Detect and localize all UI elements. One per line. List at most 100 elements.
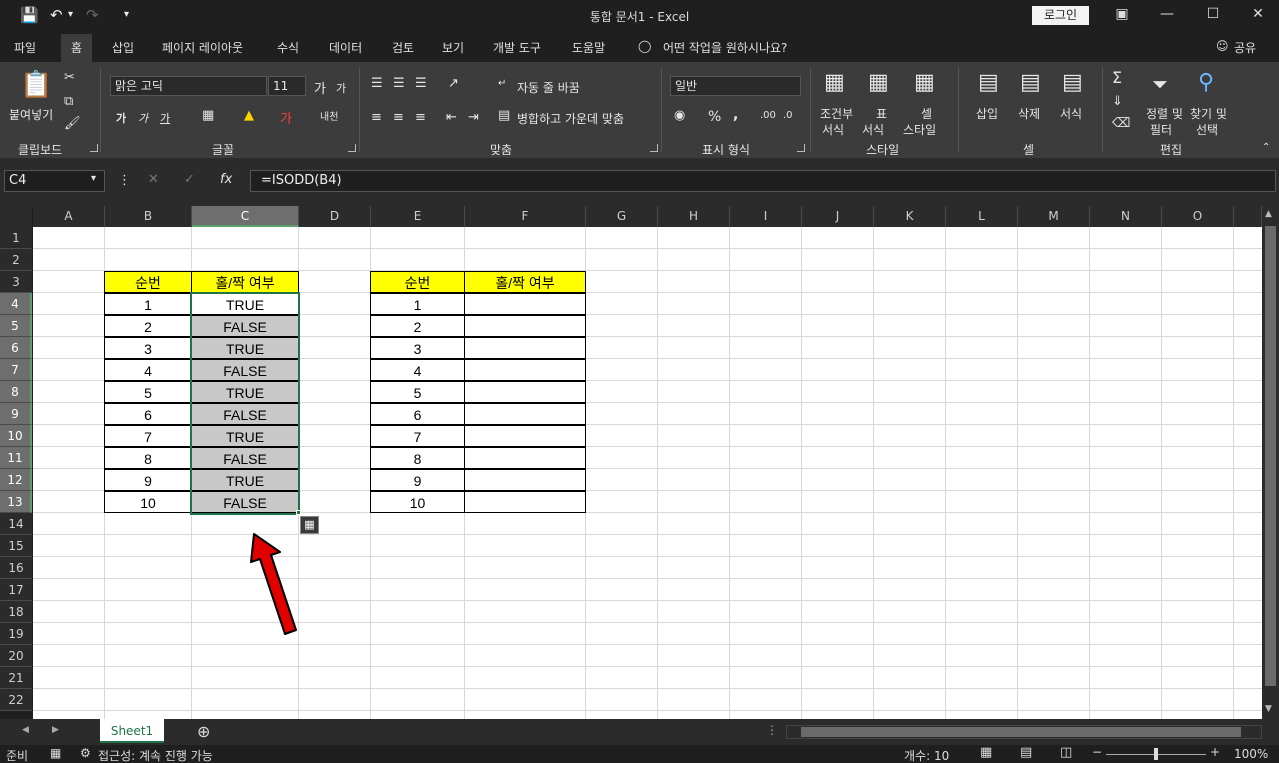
- zoom-slider-thumb[interactable]: [1154, 748, 1158, 760]
- tab-developer[interactable]: 개발 도구: [493, 39, 541, 56]
- scroll-thumb[interactable]: [1265, 226, 1276, 686]
- cell-e6[interactable]: 3: [370, 337, 465, 359]
- increase-decimal-icon[interactable]: .00: [760, 110, 776, 121]
- column-header-g[interactable]: G: [586, 206, 658, 227]
- maximize-icon[interactable]: ☐: [1203, 6, 1223, 22]
- scroll-down-icon[interactable]: ▼: [1265, 704, 1272, 714]
- conditional-format-label-2[interactable]: 서식: [822, 121, 844, 138]
- row-header-14[interactable]: 14: [0, 513, 32, 535]
- column-header-p[interactable]: [1234, 206, 1262, 227]
- quick-analysis-icon[interactable]: ▦: [300, 516, 319, 534]
- column-header-d[interactable]: D: [299, 206, 371, 227]
- macro-record-icon[interactable]: ▦: [50, 746, 61, 760]
- cell-f13[interactable]: [464, 491, 586, 513]
- font-size-select[interactable]: 11: [268, 76, 306, 96]
- comma-button[interactable]: ,: [733, 107, 738, 123]
- currency-icon[interactable]: ◉: [674, 108, 685, 123]
- row-header-20[interactable]: 20: [0, 645, 32, 667]
- row-header-9[interactable]: 9: [0, 403, 32, 425]
- sort-filter-label-2[interactable]: 필터: [1150, 121, 1172, 138]
- row-header-11[interactable]: 11: [0, 447, 32, 469]
- scroll-up-icon[interactable]: ▲: [1265, 209, 1272, 219]
- tab-file[interactable]: 파일: [14, 39, 36, 56]
- tab-review[interactable]: 검토: [392, 39, 414, 56]
- align-top-icon[interactable]: ☰: [371, 76, 383, 91]
- paste-button[interactable]: 붙여넣기: [9, 106, 53, 123]
- vertical-scrollbar[interactable]: ▲ ▼: [1262, 206, 1279, 719]
- align-right-icon[interactable]: ≡: [415, 110, 426, 125]
- cell-f6[interactable]: [464, 337, 586, 359]
- column-header-e[interactable]: E: [371, 206, 465, 227]
- format-table-label-1[interactable]: 표: [876, 105, 887, 122]
- share-icon[interactable]: ☺: [1216, 39, 1229, 53]
- font-name-select[interactable]: 맑은 고딕: [110, 76, 267, 96]
- decrease-font-icon[interactable]: 가: [336, 80, 346, 96]
- cell-b9[interactable]: 6: [104, 403, 192, 425]
- cell-b5[interactable]: 2: [104, 315, 192, 337]
- row-header-18[interactable]: 18: [0, 601, 32, 623]
- format-cells-button[interactable]: 서식: [1060, 105, 1082, 122]
- column-header-a[interactable]: A: [33, 206, 105, 227]
- cell-b6[interactable]: 3: [104, 337, 192, 359]
- cell-b12[interactable]: 9: [104, 469, 192, 491]
- cell-e13[interactable]: 10: [370, 491, 465, 513]
- cell-f9[interactable]: [464, 403, 586, 425]
- row-header-6[interactable]: 6: [0, 337, 32, 359]
- enter-icon[interactable]: ✓: [184, 172, 195, 187]
- cell-styles-label-2[interactable]: 스타일: [903, 121, 936, 138]
- conditional-format-label-1[interactable]: 조건부: [820, 105, 853, 122]
- add-sheet-icon[interactable]: ⊕: [197, 722, 210, 741]
- name-box[interactable]: C4: [4, 170, 105, 192]
- tab-split-icon[interactable]: ⋮: [766, 723, 778, 737]
- align-middle-icon[interactable]: ☰: [393, 76, 405, 91]
- increase-indent-icon[interactable]: ⇥: [468, 110, 479, 125]
- row-header-16[interactable]: 16: [0, 557, 32, 579]
- cell-e8[interactable]: 5: [370, 381, 465, 403]
- tab-home[interactable]: 홈: [61, 34, 93, 62]
- accessibility-status[interactable]: 접근성: 계속 진행 가능: [98, 747, 213, 763]
- prev-sheet-icon[interactable]: ◀: [22, 725, 29, 735]
- row-header-21[interactable]: 21: [0, 667, 32, 689]
- select-all-corner[interactable]: [0, 206, 32, 227]
- cell-e4[interactable]: 1: [370, 293, 465, 315]
- cell-e5[interactable]: 2: [370, 315, 465, 337]
- align-center-icon[interactable]: ≡: [393, 110, 404, 125]
- row-header-7[interactable]: 7: [0, 359, 32, 381]
- tab-data[interactable]: 데이터: [329, 39, 362, 56]
- autosum-icon[interactable]: Σ: [1112, 68, 1122, 87]
- cell-f10[interactable]: [464, 425, 586, 447]
- formula-input[interactable]: =ISODD(B4): [250, 170, 1276, 192]
- tell-me-search[interactable]: 어떤 작업을 원하시나요?: [663, 39, 787, 56]
- merge-center-button[interactable]: 병합하고 가운데 맞춤: [517, 110, 624, 127]
- align-bottom-icon[interactable]: ☰: [415, 76, 427, 91]
- decrease-decimal-icon[interactable]: .0: [783, 110, 793, 121]
- column-header-f[interactable]: F: [465, 206, 586, 227]
- fill-handle[interactable]: [296, 510, 301, 515]
- font-launcher-icon[interactable]: [348, 144, 356, 152]
- column-header-i[interactable]: I: [730, 206, 802, 227]
- phonetic-icon[interactable]: 내천: [320, 108, 338, 123]
- cell-e12[interactable]: 9: [370, 469, 465, 491]
- tab-page-layout[interactable]: 페이지 레이아웃: [162, 39, 243, 56]
- horizontal-scrollbar[interactable]: [786, 725, 1262, 739]
- row-header-13[interactable]: 13: [0, 491, 32, 513]
- cell-e11[interactable]: 8: [370, 447, 465, 469]
- cancel-icon[interactable]: ✕: [148, 172, 159, 187]
- delete-cells-button[interactable]: 삭제: [1018, 105, 1040, 122]
- sheet-tab-sheet1[interactable]: Sheet1: [100, 719, 164, 743]
- cell-c3[interactable]: 홀/짝 여부: [191, 271, 299, 293]
- zoom-level[interactable]: 100%: [1234, 747, 1268, 761]
- zoom-out-icon[interactable]: −: [1092, 745, 1102, 759]
- column-header-l[interactable]: L: [946, 206, 1018, 227]
- page-break-view-icon[interactable]: ◫: [1060, 745, 1072, 760]
- cell-f8[interactable]: [464, 381, 586, 403]
- borders-icon[interactable]: ▦: [202, 108, 214, 123]
- close-icon[interactable]: ✕: [1248, 6, 1268, 22]
- cell-f12[interactable]: [464, 469, 586, 491]
- cell-f7[interactable]: [464, 359, 586, 381]
- row-header-15[interactable]: 15: [0, 535, 32, 557]
- cell-e7[interactable]: 4: [370, 359, 465, 381]
- horizontal-scroll-thumb[interactable]: [801, 727, 1241, 737]
- row-header-22[interactable]: 22: [0, 689, 32, 711]
- decrease-indent-icon[interactable]: ⇤: [446, 110, 457, 125]
